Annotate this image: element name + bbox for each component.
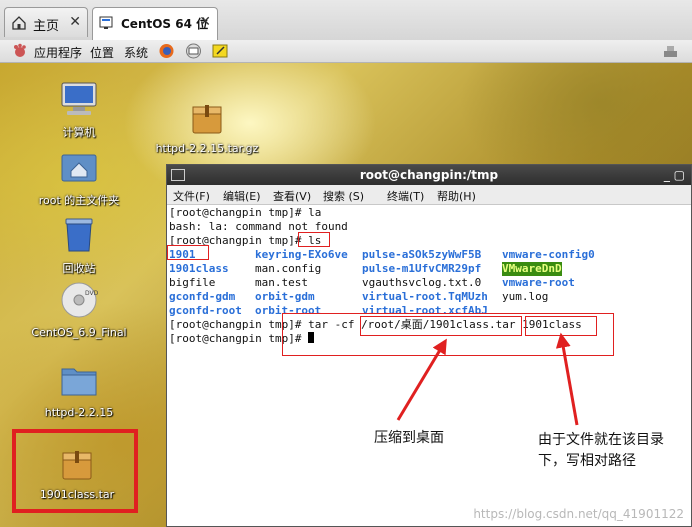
arrow-to-destination bbox=[396, 338, 447, 421]
annotation-relative-path-1: 由于文件就在该目录 bbox=[538, 432, 664, 448]
annotation-relative-path-2: 下，写相对路径 bbox=[538, 453, 636, 469]
watermark: https://blog.csdn.net/qq_41901122 bbox=[473, 507, 684, 521]
arrow-to-source bbox=[555, 332, 579, 426]
annotation-compress-to-desktop: 压缩到桌面 bbox=[374, 430, 444, 446]
